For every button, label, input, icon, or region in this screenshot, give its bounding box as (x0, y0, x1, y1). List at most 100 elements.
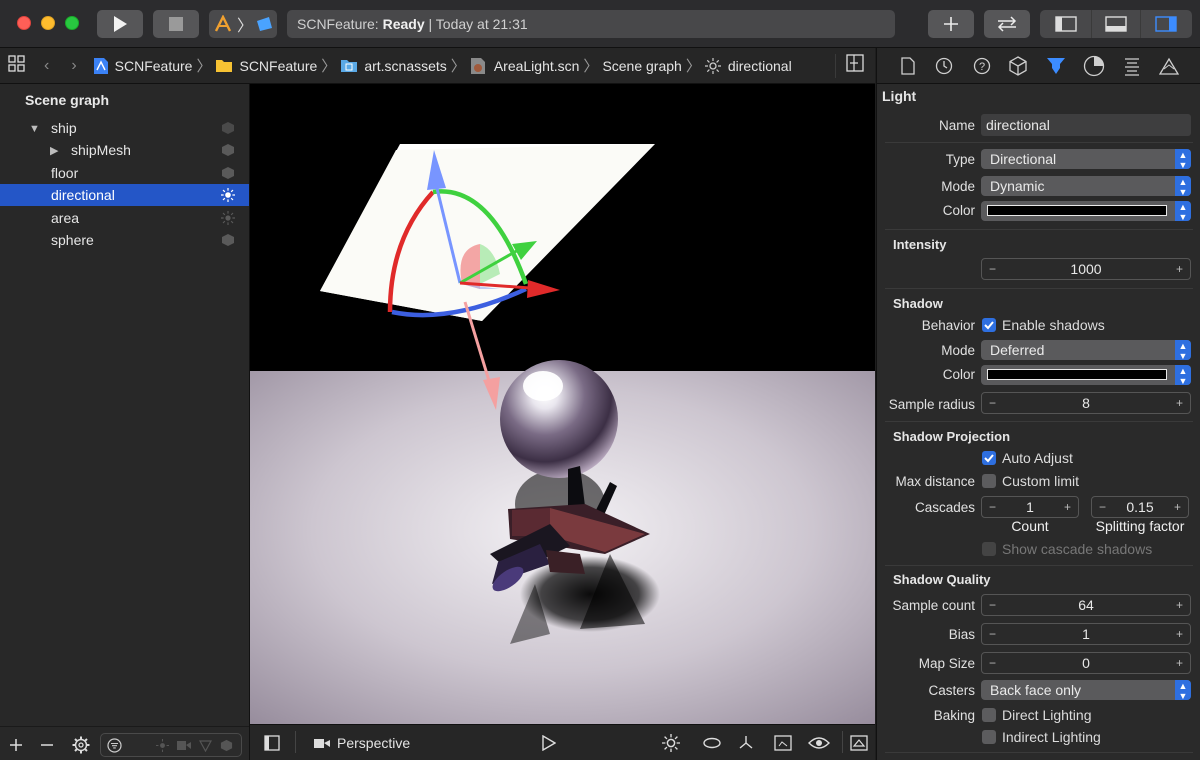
related-items-button[interactable] (8, 55, 28, 76)
help-inspector-icon[interactable]: ? (973, 57, 991, 75)
gizmo-red-arrowhead (527, 280, 560, 298)
mode-popup-value: Dynamic (990, 178, 1045, 194)
filter-lights-icon[interactable] (156, 739, 169, 752)
scheme-selector[interactable]: 〉 (209, 10, 277, 38)
indirect-lighting-checkbox[interactable] (982, 730, 996, 744)
disclosure-closed-icon[interactable]: ▶ (50, 140, 58, 162)
tree-row-shipmesh[interactable]: ▶ shipMesh (0, 139, 249, 161)
name-field[interactable]: directional (981, 114, 1191, 136)
material-inspector-icon[interactable] (1083, 55, 1105, 77)
play-scene-icon[interactable] (542, 735, 556, 751)
library-button[interactable] (928, 10, 974, 38)
toggle-inspector-button[interactable] (1141, 10, 1191, 38)
minimize-window-button[interactable] (41, 16, 55, 30)
breadcrumb-project[interactable]: SCNFeature (93, 57, 192, 75)
sample-count-stepper[interactable]: − 64 + (981, 594, 1191, 616)
filter-cameras-icon[interactable] (177, 740, 191, 751)
breadcrumb-scene-graph[interactable]: Scene graph (602, 58, 681, 74)
auto-adjust-checkbox[interactable] (982, 451, 996, 465)
filter-field[interactable] (100, 733, 242, 757)
filter-geometry-icon[interactable] (220, 739, 233, 752)
increment-icon[interactable]: + (1176, 595, 1183, 615)
tree-row-floor[interactable]: floor (0, 162, 249, 184)
splitting-factor-stepper[interactable]: − 0.15 + (1091, 496, 1189, 518)
close-window-button[interactable] (17, 16, 31, 30)
decrement-icon[interactable]: − (1099, 497, 1106, 517)
breadcrumb-node[interactable]: directional (704, 57, 792, 74)
toggle-debug-area-button[interactable] (1091, 10, 1141, 38)
remove-node-minus-icon[interactable] (40, 738, 54, 752)
breadcrumb-assets[interactable]: art.scnassets (340, 58, 447, 74)
zoom-window-button[interactable] (65, 16, 79, 30)
increment-icon[interactable]: + (1174, 497, 1181, 517)
visibility-eye-icon[interactable] (808, 736, 830, 750)
tree-row-sphere[interactable]: sphere (0, 229, 249, 251)
tree-row-area[interactable]: area (0, 207, 249, 229)
decrement-icon[interactable]: − (989, 497, 996, 517)
node-inspector-cube-icon[interactable] (1008, 56, 1028, 76)
plus-icon (944, 17, 958, 31)
cascade-count-stepper[interactable]: − 1 + (981, 496, 1079, 518)
bottom-panel-icon (1105, 16, 1127, 32)
mode-popup[interactable]: Dynamic ▲ ▼ (981, 176, 1191, 197)
breadcrumb-scene-file[interactable]: AreaLight.scn (470, 57, 579, 75)
lighting-toggle-sun-icon[interactable] (662, 734, 680, 752)
file-inspector-icon[interactable] (901, 57, 915, 75)
breadcrumb-group[interactable]: SCNFeature (215, 58, 317, 74)
map-size-stepper[interactable]: − 0 + (981, 652, 1191, 674)
attributes-inspector-icon[interactable] (1045, 56, 1067, 76)
increment-icon[interactable]: + (1176, 393, 1183, 413)
increment-icon[interactable]: + (1176, 653, 1183, 673)
destination-device-icon (257, 17, 272, 31)
custom-limit-checkbox[interactable] (982, 474, 996, 488)
jump-bar: ‹ › SCNFeature 〉 SCNFeature 〉 art.scnass… (0, 48, 875, 84)
scene-viewport[interactable] (250, 84, 875, 724)
increment-icon[interactable]: + (1176, 624, 1183, 644)
decrement-icon[interactable]: − (989, 259, 996, 279)
projection-section-title: Shadow Projection (893, 429, 1011, 444)
stop-button[interactable] (153, 10, 199, 38)
back-chevron-icon[interactable]: ‹ (44, 57, 49, 75)
increment-icon[interactable]: + (1176, 259, 1183, 279)
history-inspector-icon[interactable] (935, 57, 953, 75)
decrement-icon[interactable]: − (989, 393, 996, 413)
sample-radius-label: Sample radius (888, 397, 975, 412)
camera-selector[interactable]: Perspective (314, 725, 410, 760)
decrement-icon[interactable]: − (989, 653, 996, 673)
add-editor-button[interactable] (835, 54, 865, 78)
toggle-scene-inspector-icon[interactable] (850, 735, 868, 751)
filter-icon (107, 738, 122, 753)
decrement-icon[interactable]: − (989, 595, 996, 615)
tree-row-label: ship (51, 120, 77, 136)
toggle-navigator-button[interactable] (1041, 10, 1091, 38)
disclosure-open-icon[interactable]: ▼ (29, 118, 40, 140)
increment-icon[interactable]: + (1064, 497, 1071, 517)
forward-chevron-icon[interactable]: › (71, 57, 76, 75)
tree-row-label: floor (51, 165, 79, 181)
tree-row-directional[interactable]: directional (0, 184, 249, 206)
scene-inspector-icon[interactable] (1159, 57, 1179, 75)
wireframe-ring-icon[interactable] (703, 737, 721, 749)
casters-popup[interactable]: Back face only ▲ ▼ (981, 680, 1191, 701)
type-popup[interactable]: Directional ▲ ▼ (981, 149, 1191, 170)
code-review-button[interactable] (984, 10, 1030, 38)
shadow-mode-popup[interactable]: Deferred ▲ ▼ (981, 340, 1191, 361)
intensity-stepper[interactable]: − 1000 + (981, 258, 1191, 280)
tree-row-ship[interactable]: ▼ ship (0, 117, 249, 139)
run-button[interactable] (97, 10, 143, 38)
sample-radius-stepper[interactable]: − 8 + (981, 392, 1191, 414)
safe-area-icon[interactable] (774, 735, 792, 751)
filter-particles-icon[interactable] (199, 739, 212, 752)
add-node-plus-icon[interactable] (9, 738, 23, 752)
color-well[interactable]: ▲ ▼ (981, 201, 1191, 222)
bias-stepper[interactable]: − 1 + (981, 623, 1191, 645)
decrement-icon[interactable]: − (989, 624, 996, 644)
shadow-color-well[interactable]: ▲ ▼ (981, 365, 1191, 386)
show-cascade-shadows-checkbox[interactable] (982, 542, 996, 556)
toggle-outline-icon[interactable] (264, 735, 280, 751)
enable-shadows-checkbox[interactable] (982, 318, 996, 332)
physics-inspector-icon[interactable] (1123, 56, 1141, 76)
gear-icon[interactable] (72, 736, 90, 754)
axes-gizmo-icon[interactable] (738, 734, 754, 750)
direct-lighting-checkbox[interactable] (982, 708, 996, 722)
